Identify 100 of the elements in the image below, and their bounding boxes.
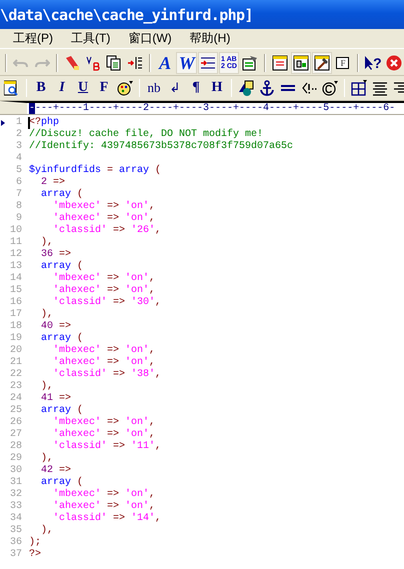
code-line: 'classid' => '26', — [52, 225, 162, 237]
format-button[interactable]: I — [52, 77, 72, 99]
code-line: 'classid' => '11', — [52, 441, 162, 453]
window-title: \data\cache\cache_yinfurd.php] — [0, 6, 253, 24]
line-number: 21 — [8, 357, 22, 369]
line-number: 22 — [8, 369, 22, 381]
window-list-icon — [272, 55, 288, 71]
code-line: //Identify: 4397485673b5378c708f3f759d07a65c — [29, 141, 294, 153]
preview-icon — [4, 80, 20, 96]
palette-icon — [117, 80, 133, 96]
menu-item[interactable]: 工具(T) — [71, 30, 110, 47]
format-button[interactable]: F — [94, 77, 114, 99]
code-line: 'mbexec' => 'on', — [52, 489, 156, 500]
code-line: 41 => — [40, 393, 72, 405]
window-button[interactable]: F — [332, 52, 353, 74]
window-panel-icon — [292, 55, 309, 71]
help-button[interactable]: ? — [362, 52, 383, 74]
code-line: 36 => — [40, 249, 72, 261]
line-number: 27 — [8, 429, 22, 441]
format-button[interactable]: B — [31, 77, 51, 99]
line-number: 15 — [8, 285, 22, 297]
menu-item[interactable]: 工程(P) — [13, 30, 53, 47]
indent-icon — [200, 55, 216, 71]
code-line: 'classid' => '30', — [52, 297, 162, 309]
code-line: ), — [40, 237, 54, 249]
line-number: 6 — [14, 177, 22, 189]
code-line: array ( — [40, 261, 84, 272]
line-number: 28 — [8, 441, 22, 453]
replace-icon — [84, 55, 101, 71]
line-number: 24 — [8, 393, 22, 405]
table-icon — [351, 80, 367, 96]
anchor-icon — [259, 80, 275, 96]
code-line: <?php — [29, 117, 60, 128]
code-line: $yinfurdfids = array ( — [29, 165, 162, 177]
line-number: 32 — [8, 489, 22, 501]
line-number: 13 — [8, 261, 22, 273]
code-line: //Discuz! cache file, DO NOT modify me! — [29, 129, 264, 140]
toolbar-button[interactable] — [290, 52, 311, 74]
code-line: 42 => — [40, 465, 72, 477]
format-button[interactable]: H — [207, 77, 227, 99]
line-number: 8 — [14, 201, 22, 213]
line-number: 1 — [14, 117, 22, 129]
ruler-scale: ----+----1----+----2----+----3----+----4----+----5----+----6- — [29, 104, 396, 114]
format-button[interactable]: ¶ — [186, 77, 206, 99]
toolbar-button[interactable] — [312, 52, 332, 74]
code-line: 'ahexec' => 'on', — [52, 357, 156, 368]
menu-item[interactable]: 窗口(W) — [128, 30, 172, 47]
pointer-icon — [364, 55, 374, 71]
line-number: 19 — [8, 333, 22, 345]
line-number: 30 — [8, 465, 22, 477]
code-line: array ( — [40, 477, 84, 488]
menu-item[interactable]: 帮助(H) — [190, 30, 230, 47]
line-number: 31 — [8, 477, 22, 489]
line-number: 35 — [8, 525, 22, 537]
certificate-icon — [242, 55, 258, 71]
code-line: ?> — [29, 549, 42, 561]
code-line: 'ahexec' => 'on', — [52, 285, 156, 296]
line-number: 34 — [8, 513, 22, 525]
code-line: array ( — [40, 405, 84, 416]
line-number: 12 — [8, 249, 22, 261]
line-number: 33 — [8, 501, 22, 513]
line-number: 5 — [14, 165, 22, 177]
code-line: 'mbexec' => 'on', — [52, 273, 156, 284]
line-number: 36 — [8, 537, 22, 549]
line-number: 16 — [8, 297, 22, 309]
code-line: 'classid' => '38', — [52, 369, 162, 381]
line-number: 25 — [8, 405, 22, 417]
align-center-icon — [372, 80, 388, 96]
documents-icon — [106, 55, 122, 71]
code-line: 'ahexec' => 'on', — [52, 429, 156, 440]
line-number: 10 — [8, 225, 22, 237]
line-number: 18 — [8, 321, 22, 333]
line-number: 29 — [8, 453, 22, 465]
line-number: 9 — [14, 213, 22, 225]
toolbar-button[interactable] — [198, 52, 218, 74]
code-line: ), — [40, 525, 54, 537]
hammer-icon — [314, 55, 330, 71]
comment-tag-icon — [301, 80, 317, 96]
line-number: 23 — [8, 381, 22, 393]
line-number: 20 — [8, 345, 22, 357]
line-number: 3 — [14, 141, 22, 153]
line-number: 17 — [8, 309, 22, 321]
close-icon — [386, 55, 402, 71]
format-button[interactable]: ↲ — [165, 77, 185, 99]
copyright-icon — [322, 80, 338, 96]
font-button[interactable]: A — [154, 52, 176, 74]
format-button[interactable]: U — [73, 77, 93, 99]
flashlight-icon — [64, 55, 80, 71]
line-number: 7 — [14, 189, 22, 201]
code-line: 2 => — [40, 177, 66, 189]
format-button[interactable]: nb — [144, 77, 164, 99]
code-line: 'mbexec' => 'on', — [52, 345, 156, 356]
code-line: 'classid' => '14', — [52, 513, 162, 525]
code-line: 'mbexec' => 'on', — [52, 417, 156, 428]
font-button[interactable]: W — [176, 52, 198, 74]
code-line: ), — [40, 381, 54, 393]
code-line: ); — [29, 537, 42, 549]
code-line: array ( — [40, 333, 84, 344]
code-line: array ( — [40, 189, 84, 200]
code-line: 'mbexec' => 'on', — [52, 201, 156, 212]
